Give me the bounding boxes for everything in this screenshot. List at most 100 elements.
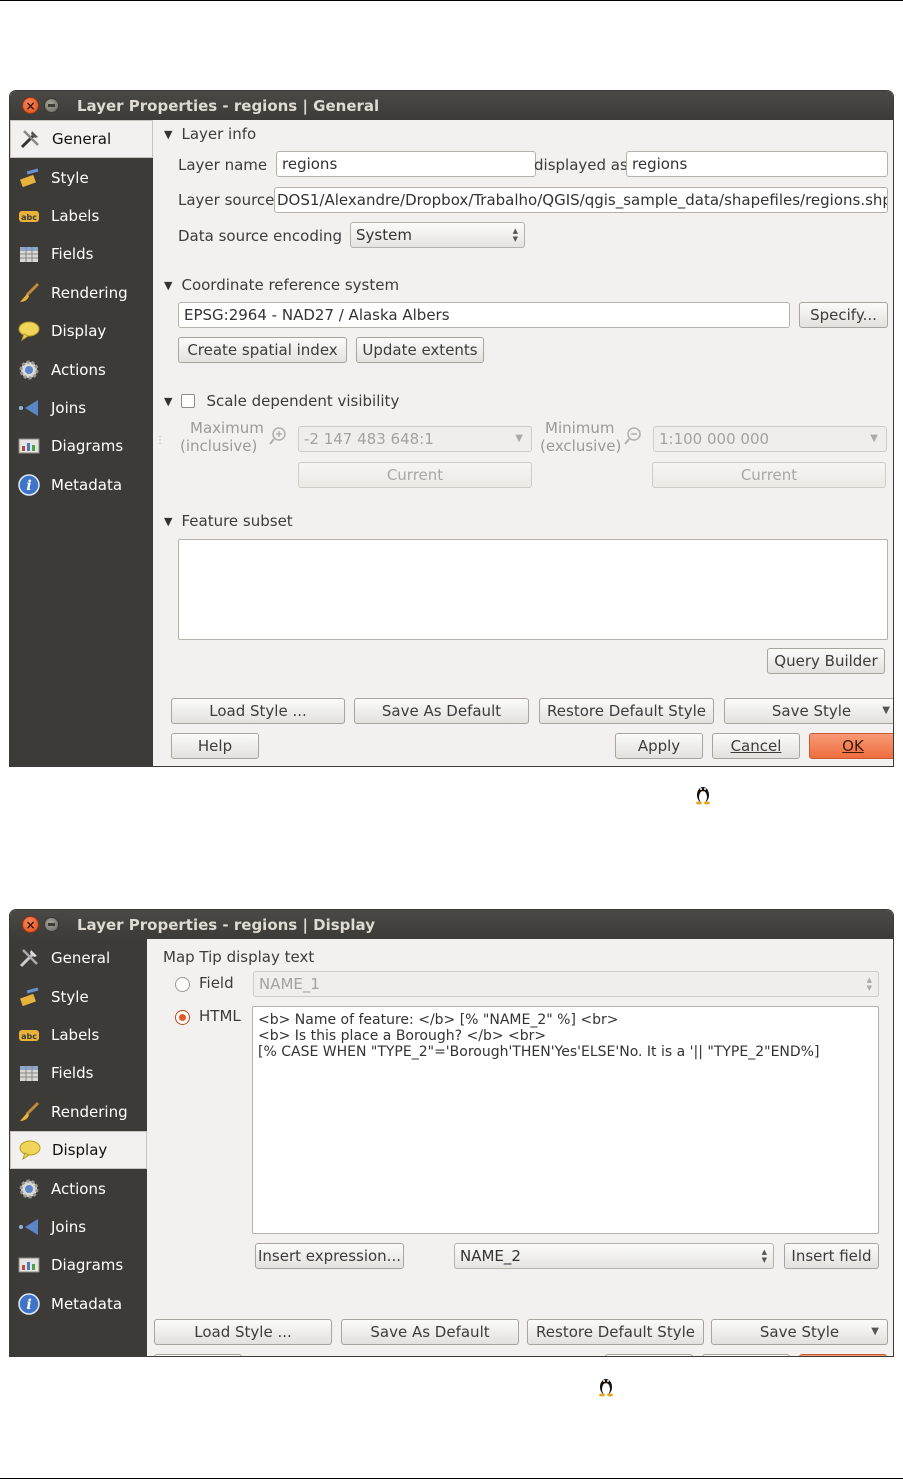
scale-section[interactable]: ▼ Scale dependent visibility [164, 392, 399, 410]
close-icon[interactable]: × [22, 916, 39, 933]
sidebar-item-fields[interactable]: Fields [10, 1054, 147, 1092]
sidebar-item-fields[interactable]: Fields [10, 235, 153, 273]
ok-button[interactable]: OK [809, 733, 893, 759]
layer-source-input[interactable]: DOS1/Alexandre/Dropbox/Trabalho/QGIS/qgi… [274, 187, 888, 213]
help-button[interactable]: Help [154, 1354, 242, 1356]
min-current-button[interactable]: Current [652, 462, 886, 488]
max-current-button[interactable]: Current [298, 462, 532, 488]
sidebar-item-labels[interactable]: abc Labels [10, 197, 153, 235]
load-style-button[interactable]: Load Style ... [171, 698, 345, 724]
sidebar-item-display[interactable]: Display [10, 312, 153, 350]
field-name-select[interactable]: NAME_2 ▲ ▼ [454, 1243, 774, 1269]
minimize-icon[interactable] [44, 917, 59, 932]
html-textarea[interactable]: <b> Name of feature: </b> [% "NAME_2" %]… [252, 1006, 879, 1234]
spin-arrows-icon: ▲ ▼ [512, 227, 518, 243]
window-title: Layer Properties - regions | General [77, 96, 380, 115]
page-top-rule [0, 0, 903, 1]
query-builder-button[interactable]: Query Builder [767, 648, 885, 674]
insert-field-button[interactable]: Insert field [784, 1243, 879, 1269]
layer-name-input[interactable]: regions [276, 151, 536, 177]
update-extents-button[interactable]: Update extents [356, 337, 484, 363]
sidebar-item-style[interactable]: Style [10, 977, 147, 1015]
chevron-down-icon: ▼ [870, 433, 878, 444]
sidebar-item-rendering[interactable]: Rendering [10, 274, 153, 312]
sidebar: General Style abc Labels Fields Renderin… [10, 939, 147, 1356]
sidebar-item-style[interactable]: Style [10, 158, 153, 196]
min-scale-select[interactable]: 1:100 000 000 ▼ [653, 426, 887, 452]
save-as-default-button[interactable]: Save As Default [341, 1319, 519, 1345]
restore-default-style-button[interactable]: Restore Default Style [527, 1319, 704, 1345]
load-style-button[interactable]: Load Style ... [154, 1319, 332, 1345]
sidebar-item-label: Diagrams [51, 1256, 124, 1275]
sidebar-item-label: Style [51, 168, 89, 187]
sidebar-item-metadata[interactable]: i Metadata [10, 466, 153, 504]
minimize-icon[interactable] [44, 98, 59, 113]
sidebar-item-diagrams[interactable]: Diagrams [10, 1246, 147, 1284]
insert-expression-button[interactable]: Insert expression... [255, 1243, 404, 1269]
feature-subset-section[interactable]: ▼ Feature subset [164, 512, 293, 530]
save-as-default-button[interactable]: Save As Default [354, 698, 529, 724]
max-scale-select[interactable]: -2 147 483 648:1 ▼ [298, 426, 532, 452]
title-bar: × Layer Properties - regions | Display [10, 910, 893, 939]
restore-default-style-button[interactable]: Restore Default Style [539, 698, 714, 724]
specify-crs-button[interactable]: Specify... [799, 302, 888, 328]
close-icon[interactable]: × [22, 97, 39, 114]
cancel-button[interactable]: Cancel [712, 733, 800, 759]
crs-section[interactable]: ▼ Coordinate reference system [164, 276, 399, 294]
gear-icon [18, 359, 40, 381]
field-select[interactable]: NAME_1 ▲ ▼ [253, 971, 879, 997]
help-button[interactable]: Help [171, 733, 259, 759]
collapse-triangle-icon: ▼ [164, 514, 173, 528]
speech-bubble-icon [19, 1139, 41, 1161]
apply-button[interactable]: Apply [615, 733, 703, 759]
field-radio[interactable] [175, 977, 190, 992]
sidebar-item-label: Metadata [51, 1294, 123, 1313]
splitter-handle[interactable]: ⋮ [155, 436, 165, 446]
save-style-button[interactable]: Save Style ▼ [711, 1319, 888, 1345]
ok-button[interactable]: OK [799, 1354, 887, 1356]
spin-arrows-icon: ▲ ▼ [761, 1248, 767, 1264]
html-line: <b> Is this place a Borough? </b> <br> [258, 1028, 547, 1044]
feature-subset-textarea[interactable] [178, 539, 888, 640]
sidebar-item-joins[interactable]: Joins [10, 1208, 147, 1246]
title-bar: × Layer Properties - regions | General [10, 91, 893, 120]
apply-button[interactable]: Apply [605, 1354, 693, 1356]
create-spatial-index-button[interactable]: Create spatial index [178, 337, 347, 363]
general-panel: ▼ Layer info Layer name regions displayed… [153, 120, 893, 766]
sidebar-item-rendering[interactable]: Rendering [10, 1093, 147, 1131]
sidebar-item-labels[interactable]: abc Labels [10, 1016, 147, 1054]
labels-abc-icon: abc [18, 1024, 40, 1046]
sidebar-item-diagrams[interactable]: Diagrams [10, 427, 153, 465]
paint-brush-icon [18, 986, 40, 1008]
svg-text:abc: abc [21, 213, 37, 222]
sidebar: General Style abc Labels Fields Renderin… [10, 120, 153, 766]
save-style-button[interactable]: Save Style ▼ [724, 698, 893, 724]
info-icon: i [18, 473, 40, 496]
layer-properties-general-window: × Layer Properties - regions | General G… [10, 91, 893, 766]
sidebar-item-label: Joins [51, 398, 87, 417]
encoding-select[interactable]: System ▲ ▼ [350, 222, 525, 248]
layer-properties-display-window: × Layer Properties - regions | Display G… [10, 910, 893, 1356]
sidebar-item-actions[interactable]: Actions [10, 350, 153, 388]
scale-visibility-checkbox[interactable] [181, 394, 196, 408]
page-bottom-rule [0, 1478, 903, 1479]
sidebar-item-display[interactable]: Display [10, 1130, 147, 1170]
sidebar-item-joins[interactable]: Joins [10, 389, 153, 427]
crs-input[interactable]: EPSG:2964 - NAD27 / Alaska Albers [178, 302, 790, 328]
sidebar-item-label: Fields [51, 1064, 94, 1083]
paint-brush-icon [18, 167, 40, 189]
sidebar-item-general[interactable]: General [10, 120, 153, 159]
sidebar-item-label: General [51, 949, 111, 968]
html-radio[interactable] [175, 1010, 190, 1025]
sidebar-item-label: General [52, 130, 112, 149]
layer-info-section[interactable]: ▼ Layer info [164, 125, 256, 143]
displayed-as-input[interactable]: regions [626, 151, 888, 177]
sidebar-item-label: Display [51, 322, 107, 341]
sidebar-item-metadata[interactable]: i Metadata [10, 1285, 147, 1323]
display-panel: Map Tip display text Field NAME_1 ▲ ▼ HTM… [147, 939, 893, 1356]
sidebar-item-actions[interactable]: Actions [10, 1169, 147, 1207]
cancel-button[interactable]: Cancel [702, 1354, 790, 1356]
diagram-icon [18, 435, 40, 457]
sidebar-item-label: Labels [51, 206, 100, 225]
sidebar-item-general[interactable]: General [10, 939, 147, 977]
